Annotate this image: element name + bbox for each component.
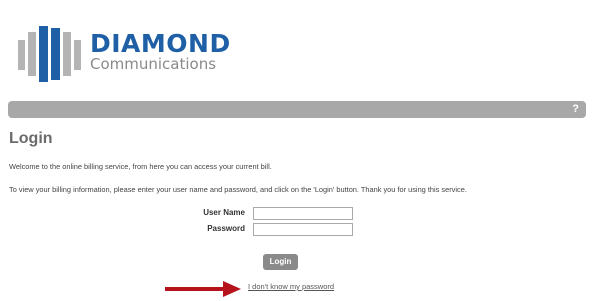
password-input[interactable] [253, 223, 353, 236]
forgot-password-link[interactable]: I don't know my password [248, 283, 334, 291]
login-button[interactable]: Login [263, 254, 298, 270]
instructions-text: To view your billing information, please… [9, 185, 467, 194]
annotation-arrow-icon [165, 281, 241, 297]
brand-subtitle: Communications [90, 55, 217, 73]
password-label: Password [207, 224, 245, 233]
top-bar: ? [8, 101, 586, 118]
logo-bars-icon [18, 26, 81, 82]
username-label: User Name [203, 208, 245, 217]
username-input[interactable] [253, 207, 353, 220]
diamond-communications-logo: DIAMOND Communications [18, 26, 258, 82]
brand-name: DIAMOND [90, 29, 231, 58]
welcome-text: Welcome to the online billing service, f… [9, 162, 272, 171]
help-button[interactable]: ? [572, 102, 579, 117]
page-title: Login [9, 130, 53, 147]
